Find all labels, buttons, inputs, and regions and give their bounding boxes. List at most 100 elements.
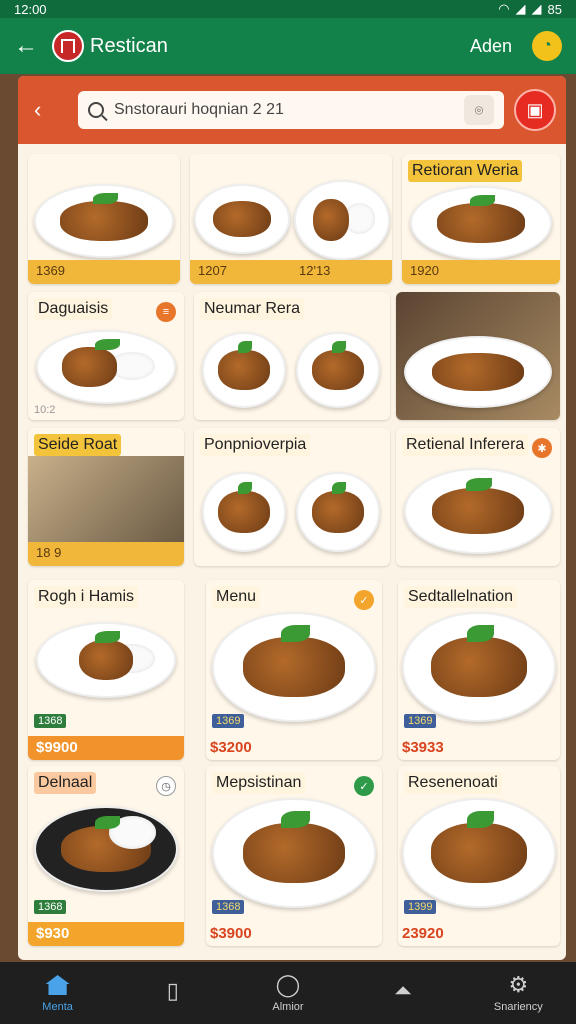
dish-plate [296, 472, 380, 552]
menu-card[interactable]: Resenenoati 1399 23920 [398, 766, 560, 946]
nav-settings[interactable]: ⚙ Snariency [468, 972, 568, 1013]
nav-label: Almior [272, 1001, 304, 1013]
home-icon [45, 973, 71, 997]
card-title: Sedtallelnation [404, 586, 517, 608]
card-title: Retienal Inferera [402, 434, 529, 456]
signal-icon: ◢ [515, 1, 526, 16]
card-price: $9900 [28, 736, 184, 760]
search-icon [88, 102, 104, 118]
dish-plate [404, 336, 552, 408]
battery-level: 85 [547, 1, 562, 17]
nav-label: Snariency [493, 1001, 543, 1013]
signal-icon-2: ◢ [531, 1, 542, 16]
nav-menu[interactable]: Menta [8, 973, 108, 1013]
dish-plate [294, 180, 390, 260]
book-icon: ▯ [166, 978, 179, 1003]
card-title: Ponpnioverpia [200, 434, 311, 456]
card-subtext: 10:2 [34, 404, 56, 416]
cart-icon[interactable]: ▣ [514, 89, 556, 131]
status-icons: ◠ ◢ ◢ 85 [498, 1, 562, 17]
card-title: Resenenoati [404, 772, 502, 794]
scan-icon[interactable]: ⌾ [464, 95, 494, 125]
check-badge-icon: ✓ [354, 590, 374, 610]
menu-card[interactable]: Sedtallelnation 1369 $3933 [398, 580, 560, 760]
dish-plate [402, 612, 556, 722]
card-title: Neumar Rera [200, 298, 305, 320]
search-text: Snstorauri hoqnian 2 21 [114, 101, 284, 118]
item-tag: 1368 [34, 714, 67, 728]
menu-card[interactable]: Retioran Weria 1920 [402, 154, 560, 284]
menu-card[interactable]: Menu ✓ 1369 $3200 [206, 580, 382, 760]
bell-icon: ⏶ [394, 978, 412, 1003]
nav-book[interactable]: ▯ [123, 978, 223, 1007]
card-subtext: 18 9 [28, 542, 184, 566]
menu-card[interactable]: Rogh i Hamis 1368 $9900 [28, 580, 184, 760]
bottom-nav: Menta ▯ ◯ Almior ⏶ ⚙ Snariency [0, 962, 576, 1024]
card-price: 12'13 [291, 260, 392, 284]
dish-plate [34, 806, 178, 892]
search-back-icon[interactable]: ‹ [28, 97, 78, 123]
menu-card[interactable]: 1207 12'13 [190, 154, 392, 284]
header-action-link[interactable]: Aden [470, 36, 512, 57]
chat-bubble-icon[interactable]: ◔ [532, 31, 562, 61]
card-title: Daguaisis [34, 298, 113, 320]
status-time: 12:00 [14, 1, 47, 17]
nav-notifications[interactable]: ⏶ [353, 978, 453, 1007]
menu-card[interactable]: Retienal Inferera ✱ [396, 428, 560, 566]
menu-card[interactable]: Daguaisis ≡ 10:2 [28, 292, 184, 420]
card-price: 1369 [28, 260, 180, 284]
item-tag: 1368 [212, 900, 245, 914]
card-price: $3200 [210, 739, 252, 756]
dish-plate [410, 186, 552, 260]
card-title: Seide Roat [34, 434, 122, 456]
menu-card[interactable] [396, 292, 560, 420]
item-tag: 1399 [404, 900, 437, 914]
status-bar: 12:00 ◠ ◢ ◢ 85 [0, 0, 576, 18]
restaurant-photo [28, 456, 184, 544]
menu-card[interactable]: 1369 [28, 154, 180, 284]
gear-icon: ⚙ [508, 972, 529, 997]
dish-plate [212, 798, 376, 908]
card-title: Menu [212, 586, 261, 608]
check-badge-icon: ✓ [354, 776, 374, 796]
card-price: $930 [28, 922, 184, 946]
dish-plate [402, 798, 556, 908]
item-tag: 1369 [404, 714, 437, 728]
search-input[interactable]: Snstorauri hoqnian 2 21 ⌾ [78, 91, 504, 129]
item-tag: 1368 [34, 900, 67, 914]
dish-plate [36, 330, 176, 404]
dish-plate [36, 622, 176, 698]
dish-plate [212, 612, 376, 722]
dish-plate [404, 468, 552, 554]
card-title: Delnaal [34, 772, 97, 794]
dish-plate [194, 184, 290, 254]
circle-icon: ◯ [275, 972, 301, 997]
menu-card[interactable]: Delnaal ◷ 1368 $930 [28, 766, 184, 946]
nav-label: Menta [42, 1001, 73, 1013]
card-price: 1207 [190, 260, 291, 284]
card-title: Mepsistinan [212, 772, 306, 794]
card-price: $3933 [402, 739, 444, 756]
menu-card[interactable]: Mepsistinan ✓ 1368 $3900 [206, 766, 382, 946]
menu-card[interactable]: Ponpnioverpia [194, 428, 390, 566]
star-badge-icon: ✱ [532, 438, 552, 458]
item-tag: 1369 [212, 714, 245, 728]
dish-plate [202, 332, 286, 408]
back-arrow-icon[interactable]: ← [14, 32, 46, 60]
app-title: Restican [90, 34, 168, 57]
card-price: $3900 [210, 925, 252, 942]
card-title: Rogh i Hamis [34, 586, 139, 608]
restaurant-logo [52, 30, 84, 62]
dish-plate [296, 332, 380, 408]
menu-card[interactable]: Neumar Rera [194, 292, 390, 420]
clock-badge-icon: ◷ [156, 776, 176, 796]
wifi-icon: ◠ [498, 1, 510, 16]
hot-badge-icon: ≡ [156, 302, 176, 322]
menu-card[interactable]: Seide Roat 18 9 [28, 428, 184, 566]
app-bar: ← Restican Aden ◔ [0, 18, 576, 74]
nav-orders[interactable]: ◯ Almior [238, 972, 338, 1013]
dish-plate [34, 184, 174, 258]
card-title: Retioran Weria [408, 160, 523, 182]
dish-plate [202, 472, 286, 552]
card-price: 1920 [402, 260, 560, 284]
